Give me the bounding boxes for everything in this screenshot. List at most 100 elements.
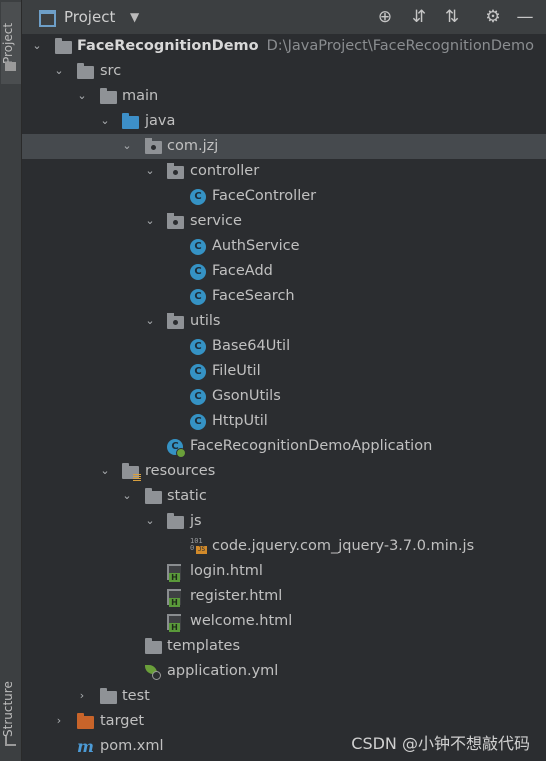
watermark: CSDN @小钟不想敲代码: [351, 734, 530, 753]
tree-row-httputil[interactable]: C HttpUtil: [22, 409, 546, 434]
tree-row-package-selected[interactable]: ⌄ com.jzj: [22, 134, 546, 159]
tree-item-label: Base64Util: [212, 338, 291, 354]
package-icon: [167, 163, 184, 179]
tree-row-controller[interactable]: ⌄ controller: [22, 159, 546, 184]
tree-row-facecontroller[interactable]: C FaceController: [22, 184, 546, 209]
java-class-icon: C: [190, 414, 206, 430]
java-class-icon: C: [190, 389, 206, 405]
java-class-icon: C: [190, 339, 206, 355]
folder-icon: [100, 688, 117, 704]
tree-row-resources[interactable]: ⌄ resources: [22, 459, 546, 484]
tree-row-base64util[interactable]: C Base64Util: [22, 334, 546, 359]
tree-row-register[interactable]: register.html: [22, 584, 546, 609]
tree-row-application[interactable]: C FaceRecognitionDemoApplication: [22, 434, 546, 459]
tree-item-label: welcome.html: [190, 613, 293, 629]
tree-item-label: main: [122, 88, 159, 104]
chevron-down-icon[interactable]: ⌄: [98, 463, 112, 479]
resources-folder-icon: [122, 463, 141, 481]
tree-row-templates[interactable]: templates: [22, 634, 546, 659]
folder-icon: [5, 62, 16, 71]
chevron-down-icon[interactable]: ⌄: [143, 513, 157, 529]
tree-row-welcome[interactable]: welcome.html: [22, 609, 546, 634]
tree-row-jquery[interactable]: 1010 code.jquery.com_jquery-3.7.0.min.js: [22, 534, 546, 559]
java-class-icon: C: [190, 364, 206, 380]
chevron-right-icon[interactable]: ›: [52, 713, 66, 729]
folder-icon: [145, 488, 162, 504]
java-class-icon: C: [190, 264, 206, 280]
chevron-down-icon[interactable]: ⌄: [30, 38, 44, 54]
maven-icon: m: [77, 737, 94, 756]
project-header: Project ▼ ⊕ ⇵ ⇅ ⚙ —: [22, 0, 546, 34]
project-folder-icon: [55, 38, 72, 54]
tree-item-label: resources: [145, 463, 216, 479]
tree-item-label: test: [122, 688, 150, 704]
tree-item-label: FaceSearch: [212, 288, 295, 304]
tree-item-label: AuthService: [212, 238, 300, 254]
java-class-icon: C: [190, 289, 206, 305]
tree-row-test[interactable]: › test: [22, 684, 546, 709]
collapse-all-icon[interactable]: ⇅: [441, 6, 463, 28]
tree-row-fileutil[interactable]: C FileUtil: [22, 359, 546, 384]
chevron-down-icon[interactable]: ⌄: [143, 163, 157, 179]
html-file-icon: [167, 589, 181, 607]
structure-icon: [5, 736, 16, 746]
tree-item-label: com.jzj: [167, 138, 219, 154]
gear-icon[interactable]: ⚙: [482, 6, 504, 28]
spring-boot-class-icon: C: [167, 439, 186, 458]
chevron-down-icon[interactable]: ⌄: [75, 88, 89, 104]
folder-icon: [77, 63, 94, 79]
hide-icon[interactable]: —: [514, 6, 536, 28]
tree-item-label: service: [190, 213, 242, 229]
tree-row-java[interactable]: ⌄ java: [22, 109, 546, 134]
chevron-right-icon[interactable]: ›: [75, 688, 89, 704]
view-selector[interactable]: Project: [64, 8, 115, 26]
tree-row-utils[interactable]: ⌄ utils: [22, 309, 546, 334]
project-name: FaceRecognitionDemo: [77, 38, 259, 54]
expand-all-icon[interactable]: ⇵: [408, 6, 430, 28]
tree-row-main[interactable]: ⌄ main: [22, 84, 546, 109]
tree-item-label: FaceAdd: [212, 263, 273, 279]
tree-row-static[interactable]: ⌄ static: [22, 484, 546, 509]
chevron-down-icon[interactable]: ⌄: [120, 138, 134, 154]
tree-item-label: java: [145, 113, 176, 129]
chevron-down-icon[interactable]: ⌄: [143, 313, 157, 329]
chevron-down-icon[interactable]: ⌄: [143, 213, 157, 229]
tool-window-stripe: Project Structure: [0, 0, 22, 761]
folder-icon: [145, 638, 162, 654]
structure-tool-tab[interactable]: Structure: [1, 672, 21, 746]
tree-row-src[interactable]: ⌄ src: [22, 59, 546, 84]
tree-item-label: pom.xml: [100, 738, 164, 754]
locate-icon[interactable]: ⊕: [374, 6, 396, 28]
project-tool-tab[interactable]: Project: [1, 2, 21, 84]
html-file-icon: [167, 564, 181, 582]
tree-row-project[interactable]: ⌄ FaceRecognitionDemo D:\JavaProject\Face…: [22, 34, 546, 59]
tree-row-js[interactable]: ⌄ js: [22, 509, 546, 534]
chevron-down-icon[interactable]: ⌄: [98, 113, 112, 129]
project-tree[interactable]: ⌄ FaceRecognitionDemo D:\JavaProject\Face…: [22, 34, 546, 761]
triangle-down-icon[interactable]: ▼: [130, 10, 139, 24]
tree-row-service[interactable]: ⌄ service: [22, 209, 546, 234]
java-class-icon: C: [190, 189, 206, 205]
tree-row-gsonutils[interactable]: C GsonUtils: [22, 384, 546, 409]
package-icon: [167, 213, 184, 229]
tree-item-label: application.yml: [167, 663, 279, 679]
tree-row-application-yml[interactable]: application.yml: [22, 659, 546, 684]
package-icon: [167, 313, 184, 329]
html-file-icon: [167, 614, 181, 632]
spring-config-icon: [145, 664, 161, 680]
tree-item-label: FaceController: [212, 188, 317, 204]
tree-item-label: js: [190, 513, 202, 529]
tree-row-facesearch[interactable]: C FaceSearch: [22, 284, 546, 309]
chevron-down-icon[interactable]: ⌄: [120, 488, 134, 504]
tree-item-label: FileUtil: [212, 363, 261, 379]
tree-row-authservice[interactable]: C AuthService: [22, 234, 546, 259]
project-path: D:\JavaProject\FaceRecognitionDemo: [266, 38, 534, 54]
chevron-down-icon[interactable]: ⌄: [52, 63, 66, 79]
tree-item-label: HttpUtil: [212, 413, 268, 429]
js-file-icon: 101 0: [190, 538, 207, 554]
java-class-icon: C: [190, 239, 206, 255]
tree-item-label: src: [100, 63, 122, 79]
excluded-folder-icon: [77, 713, 94, 729]
tree-row-faceadd[interactable]: C FaceAdd: [22, 259, 546, 284]
tree-row-login[interactable]: login.html: [22, 559, 546, 584]
